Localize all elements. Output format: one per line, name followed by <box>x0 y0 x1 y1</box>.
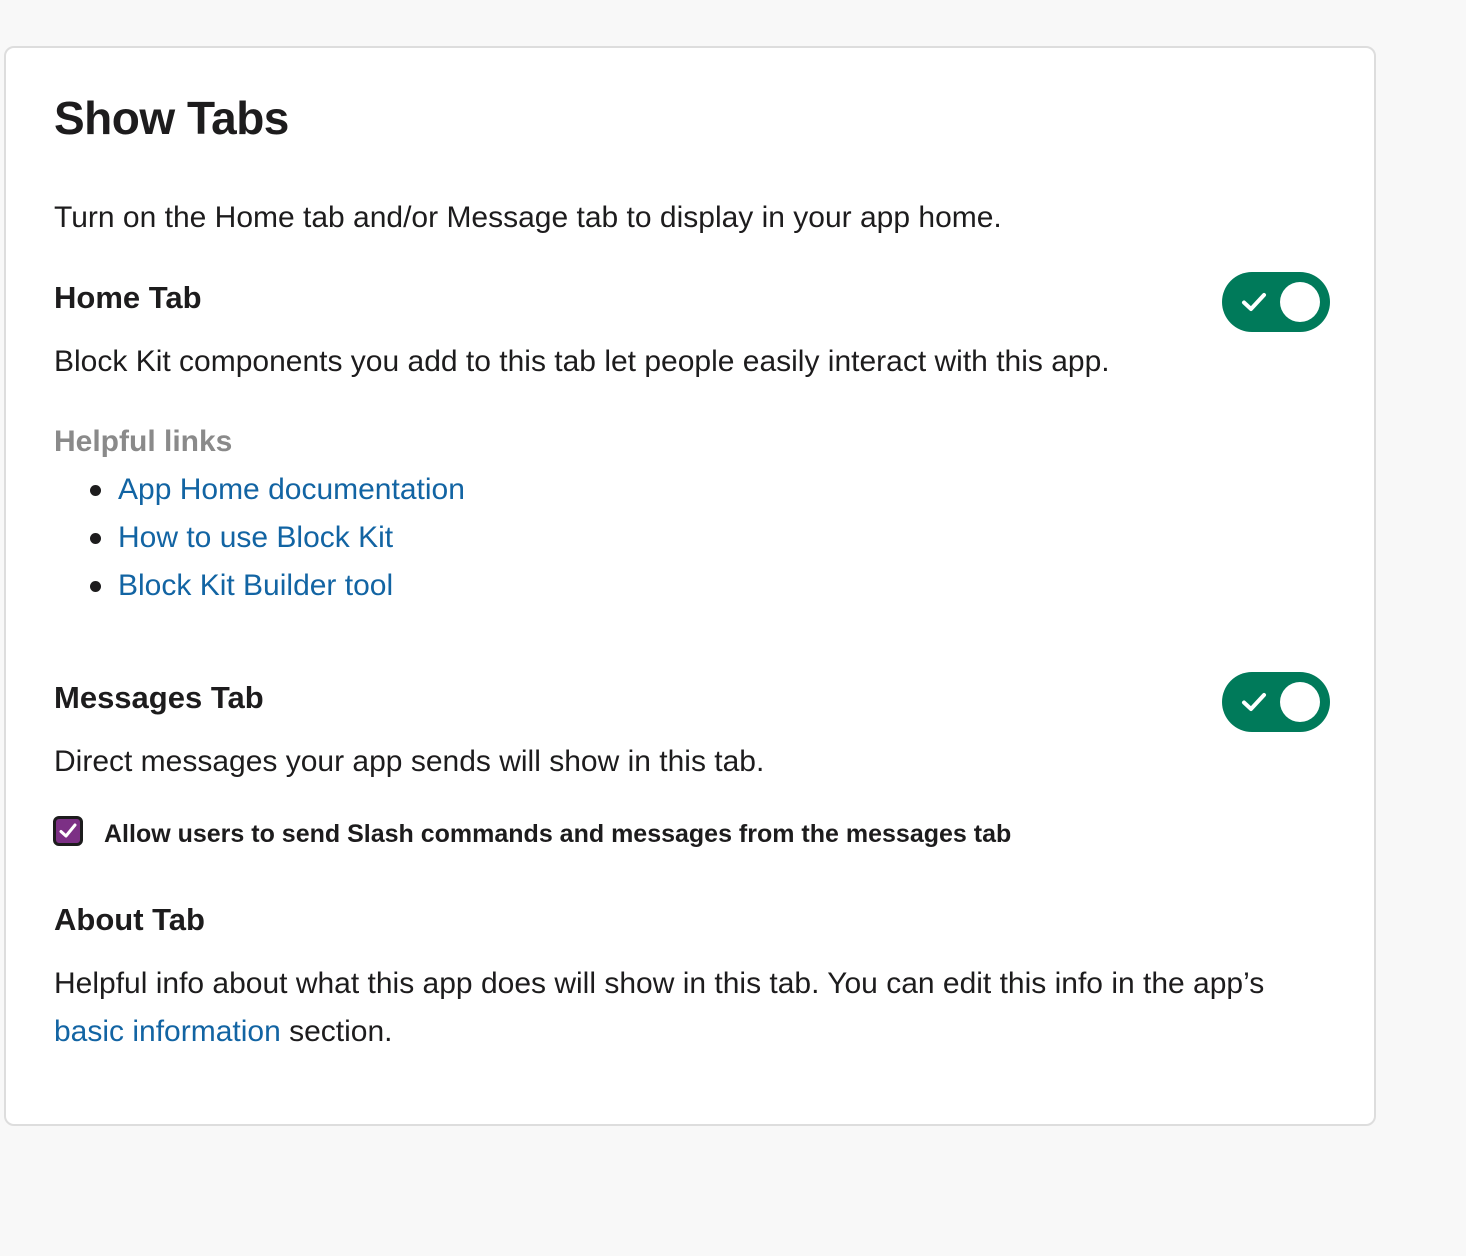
home-tab-toggle[interactable] <box>1222 272 1330 332</box>
block-kit-builder-tool-link[interactable]: Block Kit Builder tool <box>118 569 393 602</box>
about-tab-heading: About Tab <box>54 902 205 937</box>
messages-tab-heading: Messages Tab <box>54 680 264 715</box>
bullet-icon <box>90 485 101 496</box>
app-home-documentation-link[interactable]: App Home documentation <box>118 473 465 506</box>
intro-text: Turn on the Home tab and/or Message tab … <box>54 201 1002 234</box>
about-tab-description: Helpful info about what this app does wi… <box>54 960 1294 1056</box>
home-tab-heading: Home Tab <box>54 280 202 315</box>
allow-slash-commands-checkbox[interactable] <box>53 816 83 846</box>
messages-tab-toggle[interactable] <box>1222 672 1330 732</box>
toggle-knob <box>1280 682 1320 722</box>
check-icon <box>1242 293 1266 311</box>
toggle-knob <box>1280 282 1320 322</box>
show-tabs-card: Show Tabs Turn on the Home tab and/or Me… <box>4 46 1376 1126</box>
bullet-icon <box>90 533 101 544</box>
about-description-suffix: section. <box>280 1015 393 1048</box>
basic-information-link[interactable]: basic information <box>54 1015 281 1048</box>
bullet-icon <box>90 581 101 592</box>
helpful-links-list: App Home documentation How to use Block … <box>88 466 465 610</box>
helpful-links-label: Helpful links <box>54 425 233 458</box>
check-icon <box>1242 693 1266 711</box>
list-item: Block Kit Builder tool <box>88 562 465 610</box>
allow-slash-commands-label[interactable]: Allow users to send Slash commands and m… <box>104 816 1011 852</box>
checkmark-icon <box>59 823 77 838</box>
page-title: Show Tabs <box>54 92 289 144</box>
messages-tab-description: Direct messages your app sends will show… <box>54 745 765 778</box>
list-item: App Home documentation <box>88 466 465 514</box>
list-item: How to use Block Kit <box>88 514 465 562</box>
home-tab-description: Block Kit components you add to this tab… <box>54 345 1110 378</box>
how-to-use-block-kit-link[interactable]: How to use Block Kit <box>118 521 393 554</box>
about-description-text: Helpful info about what this app does wi… <box>54 967 1265 1000</box>
